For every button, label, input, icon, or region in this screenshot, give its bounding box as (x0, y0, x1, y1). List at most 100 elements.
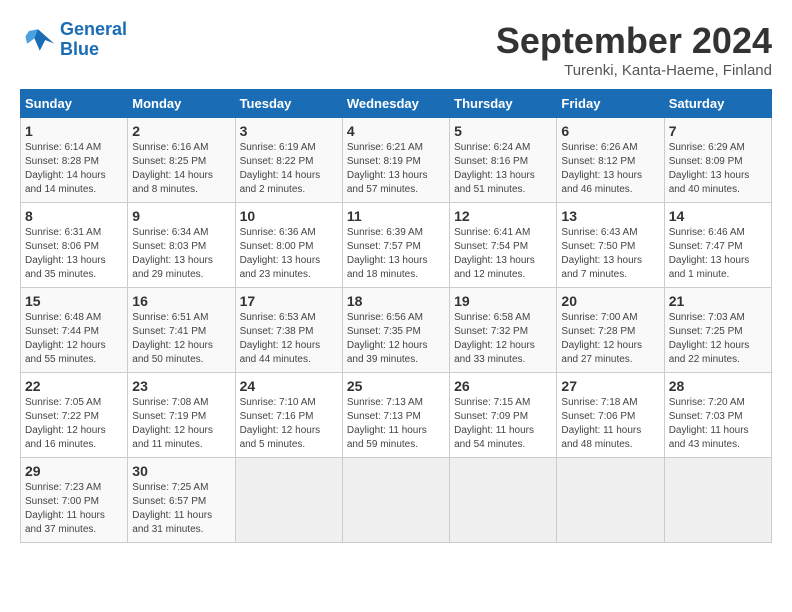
day-info: Sunrise: 6:26 AM Sunset: 8:12 PM Dayligh… (561, 141, 659, 197)
day-number: 24 (240, 378, 338, 394)
day-info: Sunrise: 6:41 AM Sunset: 7:54 PM Dayligh… (454, 226, 552, 282)
table-row: 19 Sunrise: 6:58 AM Sunset: 7:32 PM Dayl… (450, 288, 557, 373)
table-row: 25 Sunrise: 7:13 AM Sunset: 7:13 PM Dayl… (342, 373, 449, 458)
day-number: 8 (25, 208, 123, 224)
table-row: 8 Sunrise: 6:31 AM Sunset: 8:06 PM Dayli… (21, 203, 128, 288)
table-row: 9 Sunrise: 6:34 AM Sunset: 8:03 PM Dayli… (128, 203, 235, 288)
logo-icon (20, 25, 56, 55)
table-row: 12 Sunrise: 6:41 AM Sunset: 7:54 PM Dayl… (450, 203, 557, 288)
day-info: Sunrise: 6:21 AM Sunset: 8:19 PM Dayligh… (347, 141, 445, 197)
page-header: General Blue September 2024 Turenki, Kan… (20, 20, 772, 79)
day-info: Sunrise: 7:13 AM Sunset: 7:13 PM Dayligh… (347, 396, 445, 452)
day-number: 16 (132, 293, 230, 309)
table-row: 2 Sunrise: 6:16 AM Sunset: 8:25 PM Dayli… (128, 118, 235, 203)
table-row: 3 Sunrise: 6:19 AM Sunset: 8:22 PM Dayli… (235, 118, 342, 203)
table-row: 13 Sunrise: 6:43 AM Sunset: 7:50 PM Dayl… (557, 203, 664, 288)
day-info: Sunrise: 6:34 AM Sunset: 8:03 PM Dayligh… (132, 226, 230, 282)
table-row: 4 Sunrise: 6:21 AM Sunset: 8:19 PM Dayli… (342, 118, 449, 203)
col-saturday: Saturday (664, 90, 771, 118)
day-info: Sunrise: 6:46 AM Sunset: 7:47 PM Dayligh… (669, 226, 767, 282)
day-number: 4 (347, 123, 445, 139)
day-info: Sunrise: 6:56 AM Sunset: 7:35 PM Dayligh… (347, 311, 445, 367)
day-number: 12 (454, 208, 552, 224)
day-number: 30 (132, 463, 230, 479)
day-number: 22 (25, 378, 123, 394)
day-info: Sunrise: 6:53 AM Sunset: 7:38 PM Dayligh… (240, 311, 338, 367)
col-thursday: Thursday (450, 90, 557, 118)
table-row: 6 Sunrise: 6:26 AM Sunset: 8:12 PM Dayli… (557, 118, 664, 203)
table-row: 28 Sunrise: 7:20 AM Sunset: 7:03 PM Dayl… (664, 373, 771, 458)
day-info: Sunrise: 7:05 AM Sunset: 7:22 PM Dayligh… (25, 396, 123, 452)
table-row (342, 458, 449, 543)
day-info: Sunrise: 6:24 AM Sunset: 8:16 PM Dayligh… (454, 141, 552, 197)
calendar-row-4: 22 Sunrise: 7:05 AM Sunset: 7:22 PM Dayl… (21, 373, 772, 458)
day-number: 11 (347, 208, 445, 224)
day-info: Sunrise: 6:31 AM Sunset: 8:06 PM Dayligh… (25, 226, 123, 282)
table-row: 20 Sunrise: 7:00 AM Sunset: 7:28 PM Dayl… (557, 288, 664, 373)
day-info: Sunrise: 6:14 AM Sunset: 8:28 PM Dayligh… (25, 141, 123, 197)
col-tuesday: Tuesday (235, 90, 342, 118)
table-row: 26 Sunrise: 7:15 AM Sunset: 7:09 PM Dayl… (450, 373, 557, 458)
col-wednesday: Wednesday (342, 90, 449, 118)
table-row: 23 Sunrise: 7:08 AM Sunset: 7:19 PM Dayl… (128, 373, 235, 458)
day-number: 25 (347, 378, 445, 394)
table-row: 11 Sunrise: 6:39 AM Sunset: 7:57 PM Dayl… (342, 203, 449, 288)
table-row (664, 458, 771, 543)
day-number: 19 (454, 293, 552, 309)
day-info: Sunrise: 6:39 AM Sunset: 7:57 PM Dayligh… (347, 226, 445, 282)
table-row: 1 Sunrise: 6:14 AM Sunset: 8:28 PM Dayli… (21, 118, 128, 203)
col-monday: Monday (128, 90, 235, 118)
day-info: Sunrise: 7:18 AM Sunset: 7:06 PM Dayligh… (561, 396, 659, 452)
day-number: 3 (240, 123, 338, 139)
table-row (557, 458, 664, 543)
day-number: 17 (240, 293, 338, 309)
day-info: Sunrise: 7:25 AM Sunset: 6:57 PM Dayligh… (132, 481, 230, 537)
calendar-row-1: 1 Sunrise: 6:14 AM Sunset: 8:28 PM Dayli… (21, 118, 772, 203)
day-info: Sunrise: 7:00 AM Sunset: 7:28 PM Dayligh… (561, 311, 659, 367)
day-number: 2 (132, 123, 230, 139)
table-row: 27 Sunrise: 7:18 AM Sunset: 7:06 PM Dayl… (557, 373, 664, 458)
day-number: 9 (132, 208, 230, 224)
calendar-row-3: 15 Sunrise: 6:48 AM Sunset: 7:44 PM Dayl… (21, 288, 772, 373)
table-row: 29 Sunrise: 7:23 AM Sunset: 7:00 PM Dayl… (21, 458, 128, 543)
day-number: 7 (669, 123, 767, 139)
calendar-table: Sunday Monday Tuesday Wednesday Thursday… (20, 89, 772, 543)
day-info: Sunrise: 6:19 AM Sunset: 8:22 PM Dayligh… (240, 141, 338, 197)
calendar-row-2: 8 Sunrise: 6:31 AM Sunset: 8:06 PM Dayli… (21, 203, 772, 288)
day-info: Sunrise: 7:03 AM Sunset: 7:25 PM Dayligh… (669, 311, 767, 367)
day-number: 1 (25, 123, 123, 139)
day-number: 21 (669, 293, 767, 309)
day-number: 26 (454, 378, 552, 394)
table-row: 21 Sunrise: 7:03 AM Sunset: 7:25 PM Dayl… (664, 288, 771, 373)
table-row (450, 458, 557, 543)
day-info: Sunrise: 7:23 AM Sunset: 7:00 PM Dayligh… (25, 481, 123, 537)
day-number: 18 (347, 293, 445, 309)
day-info: Sunrise: 6:43 AM Sunset: 7:50 PM Dayligh… (561, 226, 659, 282)
table-row: 24 Sunrise: 7:10 AM Sunset: 7:16 PM Dayl… (235, 373, 342, 458)
day-info: Sunrise: 7:20 AM Sunset: 7:03 PM Dayligh… (669, 396, 767, 452)
calendar-header-row: Sunday Monday Tuesday Wednesday Thursday… (21, 90, 772, 118)
day-info: Sunrise: 6:16 AM Sunset: 8:25 PM Dayligh… (132, 141, 230, 197)
day-info: Sunrise: 7:15 AM Sunset: 7:09 PM Dayligh… (454, 396, 552, 452)
day-info: Sunrise: 6:58 AM Sunset: 7:32 PM Dayligh… (454, 311, 552, 367)
day-info: Sunrise: 7:10 AM Sunset: 7:16 PM Dayligh… (240, 396, 338, 452)
title-area: September 2024 Turenki, Kanta-Haeme, Fin… (496, 20, 772, 79)
day-info: Sunrise: 6:48 AM Sunset: 7:44 PM Dayligh… (25, 311, 123, 367)
day-info: Sunrise: 6:51 AM Sunset: 7:41 PM Dayligh… (132, 311, 230, 367)
table-row (235, 458, 342, 543)
logo-text-line2: Blue (60, 40, 127, 60)
table-row: 7 Sunrise: 6:29 AM Sunset: 8:09 PM Dayli… (664, 118, 771, 203)
table-row: 15 Sunrise: 6:48 AM Sunset: 7:44 PM Dayl… (21, 288, 128, 373)
table-row: 14 Sunrise: 6:46 AM Sunset: 7:47 PM Dayl… (664, 203, 771, 288)
day-number: 20 (561, 293, 659, 309)
day-number: 5 (454, 123, 552, 139)
day-number: 14 (669, 208, 767, 224)
table-row: 22 Sunrise: 7:05 AM Sunset: 7:22 PM Dayl… (21, 373, 128, 458)
location-subtitle: Turenki, Kanta-Haeme, Finland (496, 62, 772, 79)
day-number: 29 (25, 463, 123, 479)
col-friday: Friday (557, 90, 664, 118)
table-row: 17 Sunrise: 6:53 AM Sunset: 7:38 PM Dayl… (235, 288, 342, 373)
day-info: Sunrise: 6:36 AM Sunset: 8:00 PM Dayligh… (240, 226, 338, 282)
calendar-row-5: 29 Sunrise: 7:23 AM Sunset: 7:00 PM Dayl… (21, 458, 772, 543)
table-row: 30 Sunrise: 7:25 AM Sunset: 6:57 PM Dayl… (128, 458, 235, 543)
